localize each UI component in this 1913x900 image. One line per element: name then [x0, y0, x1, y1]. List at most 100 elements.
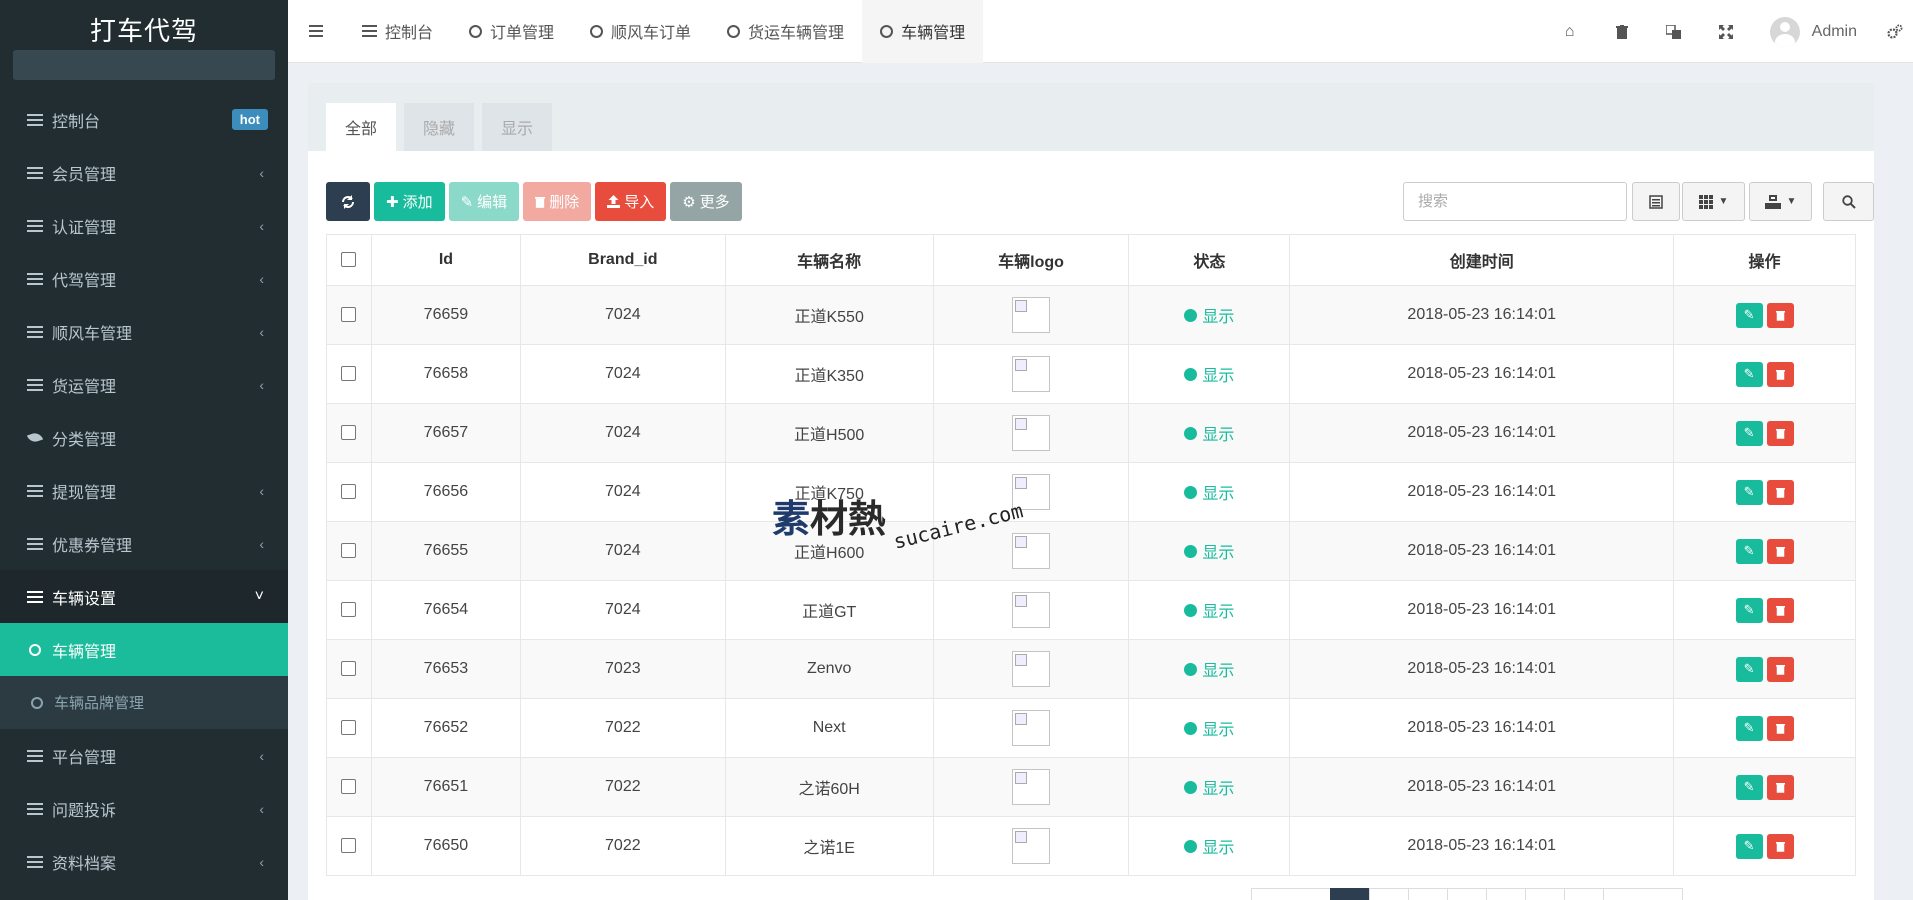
- row-edit-button[interactable]: ✎: [1735, 479, 1763, 505]
- row-delete-button[interactable]: [1766, 597, 1794, 623]
- row-edit-button[interactable]: ✎: [1735, 420, 1763, 446]
- search-input[interactable]: [1403, 182, 1627, 221]
- sidebar-item-14[interactable]: 资料档案 ‹: [0, 835, 288, 888]
- row-delete-button[interactable]: [1766, 715, 1794, 741]
- sidebar-item-0[interactable]: 控制台 hot: [0, 93, 288, 146]
- page-button[interactable]: [1447, 888, 1487, 900]
- sidebar-item-5[interactable]: 货运管理 ‹: [0, 358, 288, 411]
- status-badge[interactable]: 显示: [1184, 657, 1234, 681]
- status-badge[interactable]: 显示: [1184, 716, 1234, 740]
- row-delete-button[interactable]: [1766, 656, 1794, 682]
- status-badge[interactable]: 显示: [1184, 598, 1234, 622]
- broken-image-icon[interactable]: [1012, 828, 1051, 864]
- status-badge[interactable]: 显示: [1184, 303, 1234, 327]
- page-button[interactable]: [1564, 888, 1604, 900]
- row-edit-button[interactable]: ✎: [1735, 597, 1763, 623]
- menu-toggle-button[interactable]: [288, 0, 344, 63]
- broken-image-icon[interactable]: [1012, 651, 1051, 687]
- row-edit-button[interactable]: ✎: [1735, 538, 1763, 564]
- col-status[interactable]: 状态: [1128, 234, 1291, 286]
- page-button[interactable]: [1408, 888, 1448, 900]
- sidebar-item-13[interactable]: 问题投诉 ‹: [0, 782, 288, 835]
- status-badge[interactable]: 显示: [1184, 362, 1234, 386]
- row-checkbox[interactable]: [341, 543, 357, 559]
- tab-vehicle-management[interactable]: 车辆管理: [862, 0, 984, 63]
- sidebar-item-4[interactable]: 顺风车管理 ‹: [0, 305, 288, 358]
- sidebar-item-2[interactable]: 认证管理 ‹: [0, 199, 288, 252]
- row-edit-button[interactable]: ✎: [1735, 715, 1763, 741]
- row-delete-button[interactable]: [1766, 833, 1794, 859]
- sidebar-item-12[interactable]: 平台管理 ‹: [0, 729, 288, 782]
- page-button-current[interactable]: [1330, 888, 1370, 900]
- row-checkbox[interactable]: [341, 307, 357, 323]
- broken-image-icon[interactable]: [1012, 356, 1051, 392]
- row-edit-button[interactable]: ✎: [1735, 361, 1763, 387]
- col-vehicle-logo[interactable]: 车辆logo: [932, 234, 1130, 286]
- status-badge[interactable]: 显示: [1184, 480, 1234, 504]
- col-brand-id[interactable]: Brand_id: [519, 234, 726, 286]
- broken-image-icon[interactable]: [1012, 415, 1051, 451]
- sidebar-item-1[interactable]: 会员管理 ‹: [0, 146, 288, 199]
- row-checkbox[interactable]: [341, 484, 357, 500]
- refresh-button[interactable]: [326, 182, 370, 221]
- home-button[interactable]: ⌂: [1544, 0, 1596, 63]
- delete-button[interactable]: 删除: [523, 182, 592, 221]
- row-delete-button[interactable]: [1766, 538, 1794, 564]
- user-menu[interactable]: Admin: [1752, 0, 1877, 63]
- row-edit-button[interactable]: ✎: [1735, 774, 1763, 800]
- broken-image-icon[interactable]: [1012, 533, 1051, 569]
- filter-tab-all[interactable]: 全部: [326, 103, 397, 151]
- sidebar-item-7[interactable]: 提现管理 ‹: [0, 464, 288, 517]
- broken-image-icon[interactable]: [1012, 769, 1051, 805]
- row-delete-button[interactable]: [1766, 774, 1794, 800]
- more-button[interactable]: ⚙ 更多: [670, 182, 742, 221]
- tab-rideshare-orders[interactable]: 顺风车订单: [572, 0, 709, 63]
- row-checkbox[interactable]: [341, 602, 357, 618]
- status-badge[interactable]: 显示: [1184, 775, 1234, 799]
- import-button[interactable]: 导入: [595, 182, 667, 221]
- row-checkbox[interactable]: [341, 720, 357, 736]
- clear-cache-button[interactable]: [1596, 0, 1648, 63]
- tab-freight-vehicles[interactable]: 货运车辆管理: [709, 0, 862, 63]
- add-button[interactable]: ✚ 添加: [374, 182, 445, 221]
- language-button[interactable]: [1648, 0, 1700, 63]
- sidebar-item-10[interactable]: 车辆管理: [0, 623, 288, 676]
- row-edit-button[interactable]: ✎: [1735, 302, 1763, 328]
- sidebar-search[interactable]: [13, 50, 275, 80]
- broken-image-icon[interactable]: [1012, 710, 1051, 746]
- filter-tab-shown[interactable]: 显示: [482, 103, 553, 151]
- status-badge[interactable]: 显示: [1184, 421, 1234, 445]
- row-delete-button[interactable]: [1766, 479, 1794, 505]
- col-created-time[interactable]: 创建时间: [1289, 234, 1675, 286]
- tab-orders[interactable]: 订单管理: [451, 0, 572, 63]
- page-prev-button[interactable]: [1251, 888, 1331, 900]
- row-checkbox[interactable]: [341, 838, 357, 854]
- filter-tab-hidden[interactable]: 隐藏: [404, 103, 475, 151]
- toggle-view-button[interactable]: [1632, 182, 1680, 221]
- advanced-search-button[interactable]: [1823, 182, 1874, 221]
- sidebar-item-11[interactable]: 车辆品牌管理: [0, 676, 288, 729]
- select-all-checkbox[interactable]: [341, 252, 357, 268]
- col-vehicle-name[interactable]: 车辆名称: [724, 234, 934, 286]
- row-checkbox[interactable]: [341, 661, 357, 677]
- page-button[interactable]: [1486, 888, 1526, 900]
- row-edit-button[interactable]: ✎: [1735, 833, 1763, 859]
- fullscreen-button[interactable]: [1700, 0, 1752, 63]
- edit-button[interactable]: ✎ 编辑: [448, 182, 520, 221]
- row-delete-button[interactable]: [1766, 420, 1794, 446]
- broken-image-icon[interactable]: [1012, 474, 1051, 510]
- row-delete-button[interactable]: [1766, 361, 1794, 387]
- broken-image-icon[interactable]: [1012, 592, 1051, 628]
- sidebar-item-6[interactable]: 分类管理: [0, 411, 288, 464]
- sidebar-item-3[interactable]: 代驾管理 ‹: [0, 252, 288, 305]
- page-button[interactable]: [1369, 888, 1409, 900]
- broken-image-icon[interactable]: [1012, 297, 1051, 333]
- row-checkbox[interactable]: [341, 779, 357, 795]
- page-next-button[interactable]: [1603, 888, 1683, 900]
- page-button[interactable]: [1525, 888, 1565, 900]
- columns-dropdown[interactable]: ▼: [1682, 182, 1745, 221]
- status-badge[interactable]: 显示: [1184, 539, 1234, 563]
- row-checkbox[interactable]: [341, 425, 357, 441]
- export-dropdown[interactable]: ▼: [1749, 182, 1812, 221]
- row-delete-button[interactable]: [1766, 302, 1794, 328]
